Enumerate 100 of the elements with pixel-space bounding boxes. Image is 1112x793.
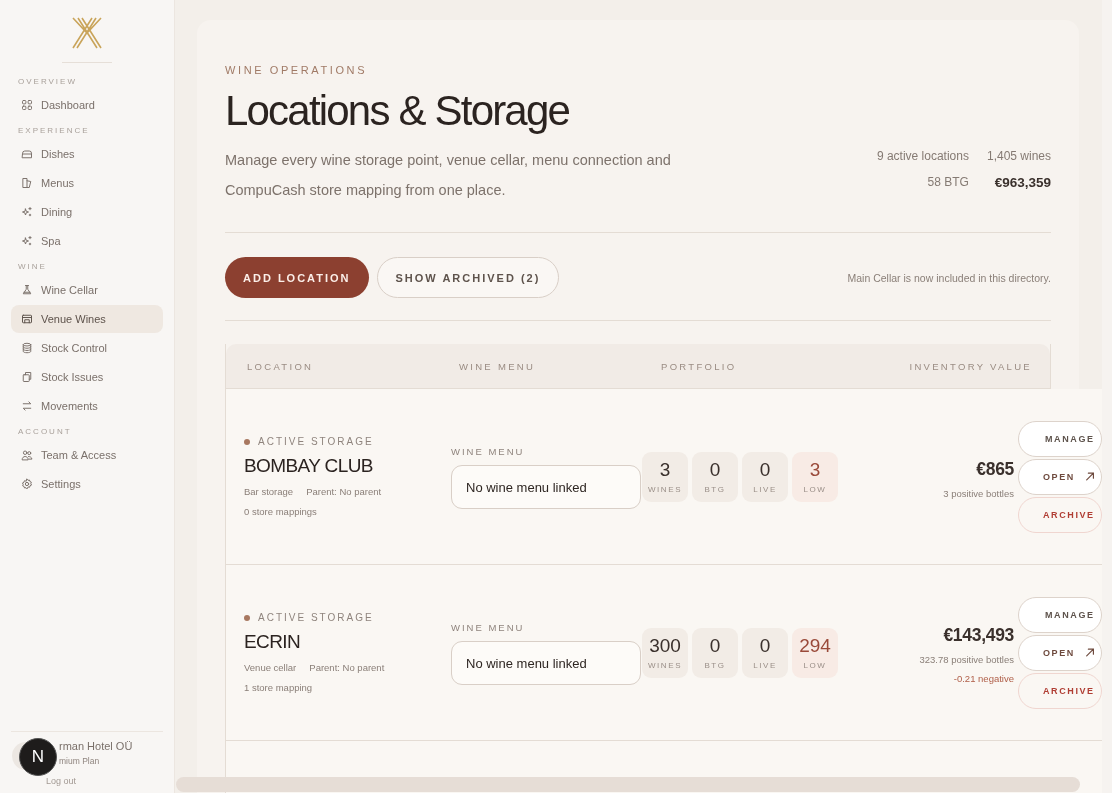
sidebar-item[interactable]: Stock Issues xyxy=(11,363,163,391)
store-mappings: 1 store mapping xyxy=(244,682,314,693)
bottle-note: 323.78 positive bottles xyxy=(919,654,1014,665)
sidebar-item-label: Dishes xyxy=(41,148,75,160)
inventory-value: €865 xyxy=(976,458,1014,480)
sidebar-item-label: Movements xyxy=(41,400,98,412)
status-label: ACTIVE STORAGE xyxy=(258,436,374,447)
sidebar-item-label: Settings xyxy=(41,478,81,490)
manage-button[interactable]: MANAGE xyxy=(1018,420,1102,457)
status-label: ACTIVE STORAGE xyxy=(258,612,374,623)
open-button[interactable]: OPEN xyxy=(1018,634,1102,671)
parent-label: Parent: No parent xyxy=(309,662,385,673)
bottle-note: 3 positive bottles xyxy=(943,487,1014,499)
sidebar-item[interactable]: Spa xyxy=(11,227,163,255)
arrow-icon xyxy=(1084,647,1095,658)
section-label: ACCOUNT xyxy=(17,426,73,438)
tile-label: WINES xyxy=(647,661,683,670)
summary-stat: 9 active locations xyxy=(876,149,969,163)
location-type: Venue cellar xyxy=(244,662,297,673)
sidebar-item-label: Dashboard xyxy=(41,99,95,111)
tile-value: 0 xyxy=(709,635,721,657)
sidebar-item[interactable]: Movements xyxy=(11,392,163,420)
tile-value: 3 xyxy=(659,459,671,481)
gear-icon xyxy=(21,478,33,490)
tile-value: 300 xyxy=(649,635,681,657)
storefront-icon xyxy=(21,313,33,325)
vertical-scrollbar[interactable] xyxy=(1102,0,1112,793)
add-location-button[interactable]: ADD LOCATION xyxy=(225,257,369,298)
arrow-icon xyxy=(1084,471,1095,482)
location-name: BOMBAY CLUB xyxy=(244,455,374,477)
manage-button[interactable]: MANAGE xyxy=(1018,596,1102,633)
show-archived-button[interactable]: SHOW ARCHIVED (2) xyxy=(376,257,560,298)
tile-label: BTG xyxy=(704,485,726,494)
sidebar-item[interactable]: Dishes xyxy=(11,140,163,168)
wine-menu-field[interactable]: No wine menu linked xyxy=(451,465,641,509)
sidebar-item[interactable]: Team & Access xyxy=(11,441,163,469)
sidebar-item[interactable]: Stock Control xyxy=(11,334,163,362)
sidebar-item-label: Stock Control xyxy=(41,342,108,354)
menu-card-icon xyxy=(21,177,33,189)
eyebrow: WINE OPERATIONS xyxy=(225,64,369,76)
account-name: rman Hotel OÜ xyxy=(59,740,133,752)
column-header: WINE MENU xyxy=(458,360,537,372)
sidebar-item[interactable]: Settings xyxy=(11,470,163,498)
tile-label: LIVE xyxy=(753,661,777,670)
tile-value: 3 xyxy=(809,459,821,481)
page-description: Manage every wine storage point, venue cellar, menu connection and CompuCash store mapping from one place. xyxy=(225,151,672,200)
status-dot xyxy=(244,438,250,445)
tile-label: LOW xyxy=(803,661,827,670)
sidebar-item-label: Menus xyxy=(41,177,75,189)
inventory-value: €143,493 xyxy=(943,625,1014,646)
sidebar-item[interactable]: Venue Wines xyxy=(11,305,163,333)
status-dot xyxy=(244,614,250,621)
tile-label: BTG xyxy=(704,661,726,670)
page-title: Locations & Storage xyxy=(225,87,571,135)
tile-label: LIVE xyxy=(753,485,777,494)
tile-value: 0 xyxy=(759,459,771,481)
sidebar-item-label: Stock Issues xyxy=(41,371,104,383)
store-mappings: 0 store mappings xyxy=(244,506,318,517)
sparkle-icon xyxy=(21,206,33,218)
section-label: OVERVIEW xyxy=(17,76,78,88)
swap-arrows-icon xyxy=(21,400,33,412)
sparkle-icon xyxy=(21,235,33,247)
location-name: ECRIN xyxy=(244,631,302,653)
column-header: PORTFOLIO xyxy=(660,360,738,372)
summary-stat: 58 BTG xyxy=(927,175,969,190)
open-button[interactable]: OPEN xyxy=(1018,458,1102,495)
sidebar-item-label: Wine Cellar xyxy=(41,284,98,296)
plan-label: mium Plan xyxy=(59,756,101,766)
sidebar-item-label: Dining xyxy=(41,206,73,218)
sidebar-item[interactable]: Wine Cellar xyxy=(11,276,163,304)
dev-badge[interactable]: N xyxy=(19,738,57,776)
copy-icon xyxy=(21,371,33,383)
parent-label: Parent: No parent xyxy=(306,486,382,497)
sidebar-item[interactable]: Dashboard xyxy=(11,91,163,119)
database-icon xyxy=(21,342,33,354)
sidebar-item-label: Venue Wines xyxy=(41,313,106,325)
users-icon xyxy=(21,449,33,461)
bottle-note: -0.21 negative xyxy=(953,673,1014,684)
flask-icon xyxy=(21,284,33,296)
sidebar-item-label: Team & Access xyxy=(41,449,117,461)
column-header: INVENTORY VALUE xyxy=(908,360,1032,372)
sidebar-item-label: Spa xyxy=(41,235,61,247)
summary-stat: €963,359 xyxy=(994,175,1051,190)
column-header: LOCATION xyxy=(246,360,315,372)
tile-value: 0 xyxy=(709,459,721,481)
field-label: WINE MENU xyxy=(451,622,526,633)
tile-value: 294 xyxy=(799,635,831,657)
tile-label: LOW xyxy=(803,485,827,494)
tile-value: 0 xyxy=(759,635,771,657)
scrollbar[interactable] xyxy=(176,777,1080,792)
dish-icon xyxy=(21,148,33,160)
location-type: Bar storage xyxy=(244,486,294,497)
wine-menu-field[interactable]: No wine menu linked xyxy=(451,641,641,685)
logo-icon xyxy=(70,17,104,49)
sidebar-item[interactable]: Dining xyxy=(11,198,163,226)
section-label: EXPERIENCE xyxy=(17,125,91,137)
summary-stat: 1,405 wines xyxy=(986,149,1051,163)
info-note: Main Cellar is now included in this directory. xyxy=(847,271,1051,284)
sidebar-item[interactable]: Menus xyxy=(11,169,163,197)
tile-label: WINES xyxy=(647,485,683,494)
